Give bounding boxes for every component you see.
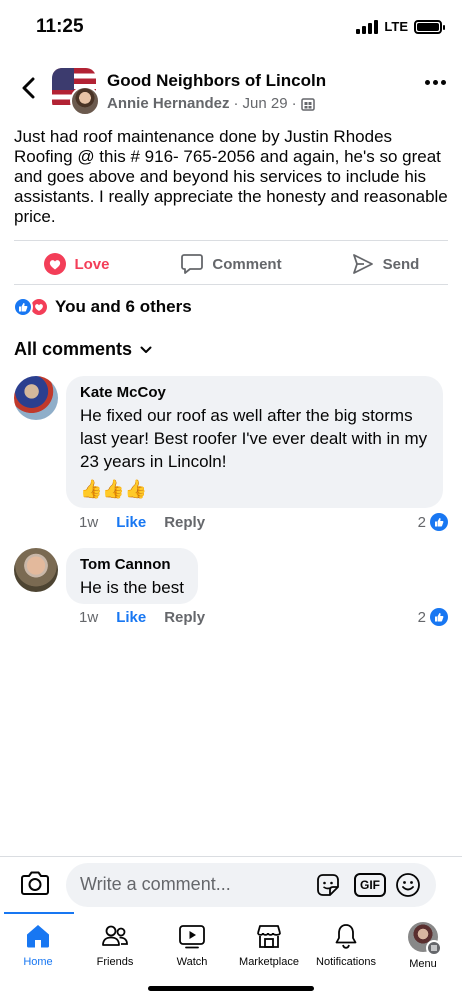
- commenter-name[interactable]: Kate McCoy: [80, 384, 429, 401]
- status-bar: 11:25 LTE: [0, 0, 462, 56]
- comment-button[interactable]: Comment: [154, 246, 308, 282]
- love-button[interactable]: Love: [0, 246, 154, 282]
- reactions-summary[interactable]: You and 6 others: [13, 297, 192, 317]
- bell-icon: [335, 924, 357, 949]
- meta-separator: ·: [233, 95, 239, 112]
- like-reaction-icon: [13, 297, 33, 317]
- marketplace-icon: [257, 925, 281, 948]
- camera-icon: [21, 871, 49, 895]
- network-label: LTE: [384, 19, 408, 34]
- status-indicators: LTE: [356, 19, 445, 34]
- tab-marketplace[interactable]: Marketplace: [231, 922, 307, 968]
- group-name[interactable]: Good Neighbors of Lincoln: [107, 71, 326, 91]
- post-actions: Love Comment Send: [0, 246, 462, 282]
- status-time: 11:25: [36, 16, 84, 37]
- comment-text: He is the best: [80, 578, 184, 597]
- post-header: Good Neighbors of Lincoln Annie Hernande…: [0, 62, 462, 124]
- home-indicator: [148, 986, 314, 991]
- author-avatar[interactable]: [70, 86, 100, 116]
- comment-meta: 1w Like Reply: [79, 609, 205, 626]
- comment-meta: 1w Like Reply: [79, 514, 205, 531]
- comment-emoji: 👍👍👍: [80, 479, 148, 499]
- tab-label: Menu: [409, 958, 437, 970]
- chevron-down-icon: [140, 346, 152, 353]
- friends-icon: [102, 925, 128, 946]
- comment-like-button[interactable]: Like: [116, 609, 146, 626]
- tab-friends[interactable]: Friends: [77, 922, 153, 968]
- post-date[interactable]: Jun 29: [243, 95, 288, 112]
- comment-bubble: Kate McCoy He fixed our roof as well aft…: [66, 376, 443, 508]
- active-tab-indicator: [4, 912, 74, 914]
- commenter-avatar[interactable]: [14, 376, 58, 420]
- back-button[interactable]: [14, 74, 42, 102]
- profile-avatar: [408, 922, 442, 956]
- more-options-button[interactable]: [425, 80, 446, 85]
- send-button[interactable]: Send: [308, 246, 462, 282]
- comment-label: Comment: [212, 255, 282, 273]
- like-count-icon: [430, 608, 448, 626]
- comment-bubble: Tom Cannon He is the best: [66, 548, 198, 604]
- privacy-icon: [300, 97, 315, 111]
- tab-label: Home: [23, 956, 53, 968]
- back-arrow-icon: [22, 77, 35, 99]
- comment-composer: GIF: [0, 856, 462, 912]
- comment-like-count[interactable]: 2: [418, 513, 448, 531]
- comment-icon: [181, 254, 204, 274]
- comment-like-count-value: 2: [417, 608, 426, 626]
- post-meta: Annie Hernandez · Jun 29 ·: [107, 95, 315, 112]
- send-icon: [352, 254, 373, 274]
- signal-icon: [356, 19, 379, 34]
- battery-icon: [414, 19, 445, 34]
- gif-button[interactable]: GIF: [354, 873, 386, 897]
- commenter-avatar[interactable]: [14, 548, 58, 592]
- camera-button[interactable]: [20, 869, 50, 902]
- tab-home[interactable]: Home: [0, 922, 76, 968]
- tab-label: Marketplace: [239, 956, 299, 968]
- tab-label: Friends: [96, 956, 134, 968]
- tab-label: Watch: [176, 956, 208, 968]
- comment-text: He fixed our roof as well after the big …: [80, 406, 428, 471]
- menu-icon: [426, 940, 442, 956]
- tab-label: Notifications: [316, 956, 376, 968]
- send-label: Send: [382, 255, 420, 273]
- author-name[interactable]: Annie Hernandez: [107, 95, 230, 112]
- comment-like-count-value: 2: [417, 513, 426, 531]
- post-text: Just had roof maintenance done by Justin…: [14, 127, 448, 226]
- tab-notifications[interactable]: Notifications: [308, 922, 384, 968]
- comment-like-count[interactable]: 2: [418, 608, 448, 626]
- tab-menu[interactable]: Menu: [385, 922, 461, 970]
- divider: [14, 240, 448, 241]
- heart-icon: [44, 253, 67, 275]
- comment-reply-button[interactable]: Reply: [164, 514, 205, 531]
- love-label: Love: [74, 255, 110, 273]
- comment-input[interactable]: [80, 874, 300, 895]
- reactions-text: You and 6 others: [55, 297, 192, 316]
- comment-input-container: GIF: [66, 863, 436, 907]
- comment-age: 1w: [79, 514, 99, 531]
- comments-filter[interactable]: All comments: [14, 339, 152, 360]
- watch-icon: [179, 925, 205, 949]
- sticker-button[interactable]: [314, 871, 342, 904]
- more-icon: [425, 80, 430, 85]
- commenter-name[interactable]: Tom Cannon: [80, 556, 184, 573]
- comments-filter-label: All comments: [14, 339, 133, 359]
- tab-watch[interactable]: Watch: [154, 922, 230, 968]
- gif-icon: GIF: [354, 873, 386, 897]
- comment-like-button[interactable]: Like: [116, 514, 146, 531]
- divider: [14, 284, 448, 285]
- comment-reply-button[interactable]: Reply: [164, 609, 205, 626]
- home-icon: [27, 925, 49, 948]
- sticker-icon: [317, 874, 339, 896]
- comment-age: 1w: [79, 609, 99, 626]
- like-count-icon: [430, 513, 448, 531]
- emoji-button[interactable]: [394, 871, 422, 904]
- emoji-icon: [396, 873, 420, 897]
- meta-separator: ·: [291, 95, 297, 112]
